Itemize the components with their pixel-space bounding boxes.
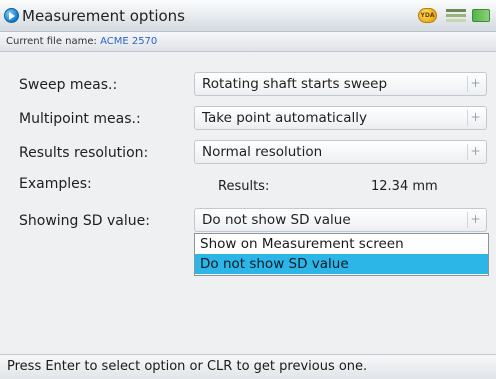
multipoint-meas-value: Take point automatically: [202, 110, 367, 126]
sd-value-value: Do not show SD value: [202, 212, 351, 228]
multipoint-meas-label: Multipoint meas.:: [19, 111, 141, 127]
status-bar: Press Enter to select option or CLR to g…: [0, 354, 496, 379]
plus-icon[interactable]: +: [467, 212, 483, 228]
measurement-app-icon: [4, 8, 19, 23]
sweep-meas-value: Rotating shaft starts sweep: [202, 76, 388, 92]
status-badge: YDA: [418, 8, 437, 23]
dropdown-option-do-not-show[interactable]: Do not show SD value: [195, 254, 488, 274]
results-label: Results:: [218, 179, 270, 194]
file-name-value: ACME 2570: [100, 36, 158, 47]
file-name-bar: Current file name: ACME 2570: [0, 32, 496, 52]
app-window: Measurement options YDA Current file nam…: [0, 0, 496, 379]
file-name-label: Current file name:: [6, 36, 97, 47]
results-resolution-label: Results resolution:: [19, 145, 149, 161]
sd-value-label: Showing SD value:: [19, 213, 150, 229]
title-bar: Measurement options YDA: [0, 0, 496, 32]
plus-icon[interactable]: +: [467, 110, 483, 126]
dropdown-option-show-on-measurement[interactable]: Show on Measurement screen: [195, 234, 488, 254]
sd-value-select[interactable]: Do not show SD value +: [194, 208, 487, 232]
battery-icon: [446, 9, 466, 22]
plus-icon[interactable]: +: [467, 76, 483, 92]
signal-icon: [472, 9, 490, 22]
examples-label: Examples:: [19, 176, 92, 192]
plus-icon[interactable]: +: [467, 144, 483, 160]
sd-value-dropdown: Show on Measurement screen Do not show S…: [194, 233, 489, 276]
sweep-meas-select[interactable]: Rotating shaft starts sweep +: [194, 72, 487, 96]
multipoint-meas-select[interactable]: Take point automatically +: [194, 106, 487, 130]
results-resolution-value: Normal resolution: [202, 144, 323, 160]
window-title: Measurement options: [22, 7, 185, 25]
results-resolution-select[interactable]: Normal resolution +: [194, 140, 487, 164]
results-value: 12.34 mm: [371, 179, 438, 194]
sweep-meas-label: Sweep meas.:: [19, 77, 118, 93]
